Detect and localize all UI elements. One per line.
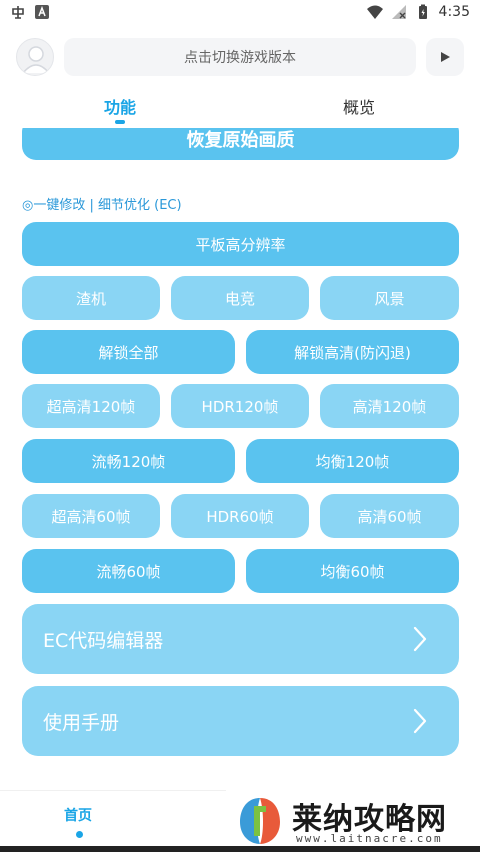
default-avatar-icon [22,46,50,74]
version-switch-placeholder: 点击切换游戏版本 [184,50,296,66]
play-icon [441,52,450,62]
signal-off-icon [391,5,406,19]
nav-home[interactable]: 首页 [64,805,92,825]
smooth-60-button[interactable]: 流畅60帧 [22,549,235,593]
ec-editor-row[interactable]: EC代码编辑器 [22,604,459,674]
section-label: ◎一键修改 | 细节优化 (EC) [22,198,182,213]
balanced-120-button[interactable]: 均衡120帧 [246,439,459,483]
nav-active-dot [76,831,83,838]
play-button[interactable] [426,38,464,76]
hd-60-button[interactable]: 高清60帧 [320,494,459,538]
esports-button[interactable]: 电竞 [171,276,309,320]
manual-label: 使用手册 [43,711,120,734]
scenery-button[interactable]: 风景 [320,276,459,320]
tab-overview[interactable]: 概览 [343,94,375,118]
chevron-right-icon [413,626,427,652]
status-left-icons [10,4,50,20]
hdr-60-button[interactable]: HDR60帧 [171,494,309,538]
tab-functions[interactable]: 功能 [104,94,136,118]
restore-original-quality-button[interactable]: 恢复原始画质 [22,128,459,160]
version-switch-input[interactable]: 点击切换游戏版本 [64,38,416,76]
status-right-icons: 4:35 [366,4,470,20]
status-time: 4:35 [438,4,470,20]
wifi-icon [366,5,383,19]
hd-120-button[interactable]: 高清120帧 [320,384,459,428]
status-bar: 4:35 [0,0,480,28]
scum-button[interactable]: 渣机 [22,276,160,320]
tablet-resolution-button[interactable]: 平板高分辨率 [22,222,459,266]
watermark: 莱纳攻略网 www.laitnacre.com [226,788,480,852]
main-content[interactable]: 恢复原始画质 ◎一键修改 | 细节优化 (EC) 平板高分辨率 渣机 电竞 风景… [0,128,480,790]
ec-editor-label: EC代码编辑器 [43,629,164,652]
smooth-120-button[interactable]: 流畅120帧 [22,439,235,483]
unlock-hd-button[interactable]: 解锁高清(防闪退) [246,330,459,374]
avatar[interactable] [16,38,54,76]
watermark-logo-icon [240,798,280,844]
system-bar [0,846,480,852]
ultra-hd-120-button[interactable]: 超高清120帧 [22,384,160,428]
balanced-60-button[interactable]: 均衡60帧 [246,549,459,593]
chevron-right-icon [413,708,427,734]
text-a-icon [35,5,49,19]
header: 点击切换游戏版本 [0,36,480,80]
top-tabs: 功能 概览 [0,88,480,128]
watermark-url: www.laitnacre.com [296,832,443,845]
ultra-hd-60-button[interactable]: 超高清60帧 [22,494,160,538]
battery-icon [418,4,427,19]
unlock-all-button[interactable]: 解锁全部 [22,330,235,374]
active-tab-indicator [115,120,125,124]
app-notification-icon [12,6,24,19]
hdr-120-button[interactable]: HDR120帧 [171,384,309,428]
manual-row[interactable]: 使用手册 [22,686,459,756]
